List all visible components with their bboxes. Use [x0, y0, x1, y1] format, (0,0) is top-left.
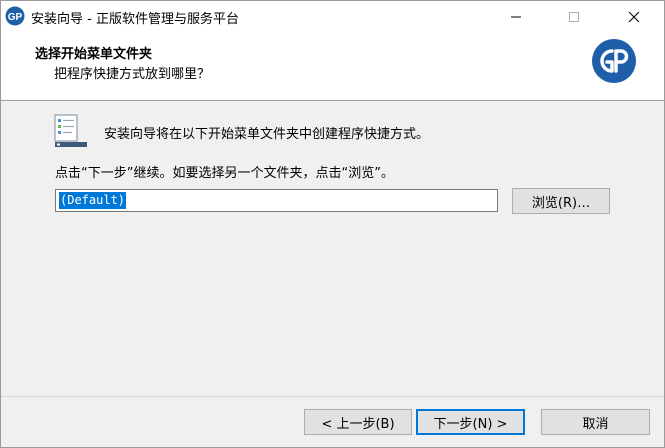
maximize-icon [569, 11, 579, 22]
title-bar[interactable]: GP 安装向导 - 正版软件管理与服务平台 [1, 1, 664, 32]
page-title: 选择开始菜单文件夹 [35, 47, 153, 62]
close-button[interactable] [611, 1, 657, 32]
intro-text: 安装向导将在以下开始菜单文件夹中创建程序快捷方式。 [104, 127, 430, 142]
gp-logo-icon: GP [5, 6, 25, 26]
start-menu-folder-icon [52, 113, 88, 149]
browse-button[interactable]: 浏览(R)… [512, 188, 610, 214]
wizard-header: 选择开始菜单文件夹 把程序快捷方式放到哪里？ [1, 32, 664, 101]
close-icon [628, 11, 640, 22]
maximize-button[interactable] [551, 1, 597, 32]
cancel-button[interactable]: 取消 [541, 409, 650, 435]
page-subtitle: 把程序快捷方式放到哪里？ [54, 67, 211, 82]
next-button[interactable]: 下一步(N) > [416, 409, 525, 435]
svg-text:GP: GP [8, 12, 23, 23]
minimize-button[interactable] [493, 1, 539, 32]
installer-window: GP 安装向导 - 正版软件管理与服务平台 选择开始菜单文件夹 把程序快捷方式放… [0, 0, 665, 448]
gp-logo-icon [591, 38, 637, 84]
minimize-icon [511, 16, 521, 17]
window-title: 安装向导 - 正版软件管理与服务平台 [31, 12, 239, 27]
instruction-text: 点击“下一步”继续。如要选择另一个文件夹，点击“浏览”。 [55, 166, 394, 181]
footer-divider [1, 396, 664, 397]
back-button[interactable]: < 上一步(B) [304, 409, 412, 435]
start-menu-folder-input[interactable]: (Default) [55, 189, 498, 212]
folder-input-value: (Default) [59, 192, 127, 209]
